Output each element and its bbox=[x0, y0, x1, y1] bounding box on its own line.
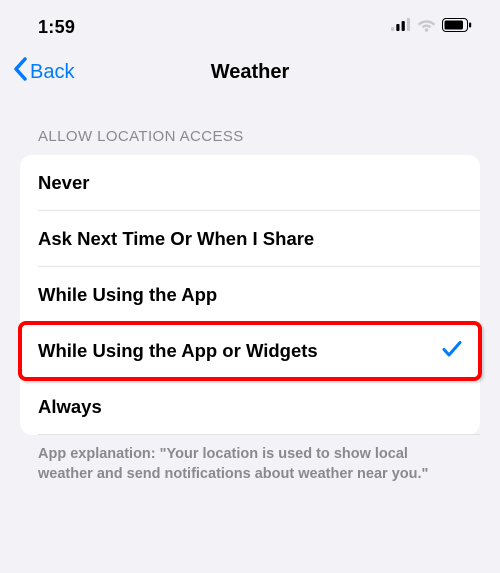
status-bar: 1:59 bbox=[0, 0, 500, 46]
back-button[interactable]: Back bbox=[12, 57, 74, 87]
option-always[interactable]: Always bbox=[20, 379, 480, 435]
option-label: While Using the App or Widgets bbox=[38, 340, 318, 362]
battery-icon bbox=[442, 18, 472, 37]
status-time: 1:59 bbox=[38, 17, 75, 38]
option-label: While Using the App bbox=[38, 284, 217, 306]
location-access-list: Never Ask Next Time Or When I Share Whil… bbox=[20, 155, 480, 435]
option-label: Never bbox=[38, 172, 89, 194]
option-ask-next-time[interactable]: Ask Next Time Or When I Share bbox=[20, 211, 480, 267]
wifi-icon bbox=[417, 18, 436, 37]
section-header: ALLOW LOCATION ACCESS bbox=[20, 128, 480, 155]
back-label: Back bbox=[30, 61, 74, 84]
chevron-left-icon bbox=[12, 57, 28, 87]
section-footer: App explanation: "Your location is used … bbox=[20, 435, 480, 484]
nav-bar: Back Weather bbox=[0, 46, 500, 98]
checkmark-icon bbox=[442, 340, 462, 363]
option-label: Ask Next Time Or When I Share bbox=[38, 228, 314, 250]
page-title: Weather bbox=[0, 61, 500, 84]
status-icons bbox=[391, 18, 472, 37]
option-label: Always bbox=[38, 396, 102, 418]
option-while-using-app-or-widgets[interactable]: While Using the App or Widgets bbox=[20, 323, 480, 379]
option-never[interactable]: Never bbox=[20, 155, 480, 211]
option-while-using-app[interactable]: While Using the App bbox=[20, 267, 480, 323]
cellular-icon bbox=[391, 18, 411, 36]
